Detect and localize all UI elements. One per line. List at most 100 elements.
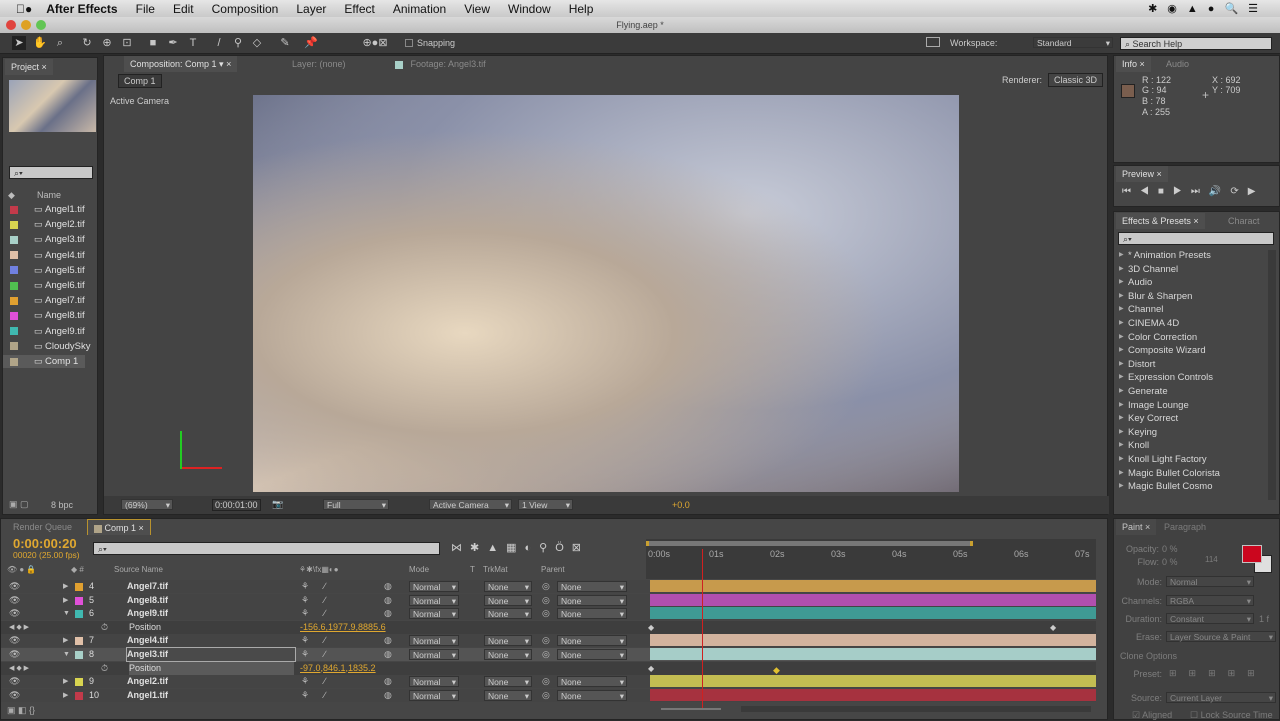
duration-frames[interactable]: 1 f: [1259, 614, 1269, 624]
blend-mode-select[interactable]: Normal: [409, 689, 459, 701]
tab-effects-presets[interactable]: Effects & Presets ×: [1116, 213, 1205, 229]
current-time-display[interactable]: 0:00:01:00: [212, 499, 261, 511]
eraser-tool-icon[interactable]: ◇: [250, 36, 264, 50]
parent-select[interactable]: None: [557, 676, 627, 688]
label-color[interactable]: [10, 281, 18, 290]
bpc-label[interactable]: 8 bpc: [51, 500, 73, 510]
3d-layer-switch[interactable]: ◍: [384, 634, 392, 647]
project-item[interactable]: ▭ Angel6.tif: [3, 279, 85, 292]
rectangle-tool-icon[interactable]: ■: [146, 36, 160, 50]
property-value[interactable]: -156.6,1977.9,8885.6: [300, 621, 386, 634]
effect-category[interactable]: Knoll Light Factory: [1116, 453, 1266, 467]
layer-name[interactable]: Angel3.tif: [126, 647, 296, 662]
tab-audio[interactable]: Audio: [1160, 56, 1195, 72]
effect-category[interactable]: Expression Controls: [1116, 371, 1266, 385]
effects-scrollbar[interactable]: [1268, 250, 1276, 500]
breadcrumb-comp1[interactable]: Comp 1: [118, 74, 162, 88]
quality-switch[interactable]: ∕: [324, 648, 326, 661]
label-color[interactable]: [10, 327, 18, 336]
twirl-arrow-icon[interactable]: ▼: [63, 648, 70, 661]
resolution-select[interactable]: Full: [323, 499, 389, 510]
layer-name[interactable]: Angel1.tif: [127, 689, 168, 702]
project-footer-icons[interactable]: ▣ ▢: [9, 499, 29, 510]
zoom-tool-icon[interactable]: ⌕: [53, 36, 67, 50]
parent-select[interactable]: None: [557, 635, 627, 647]
workspace-select[interactable]: Standard: [1033, 37, 1113, 48]
parent-pickwhip-icon[interactable]: ◎: [542, 594, 550, 607]
timeline-footer-icons[interactable]: ▣ ◧ {}: [7, 705, 35, 716]
visibility-eye-icon[interactable]: 👁: [9, 580, 20, 593]
project-item[interactable]: ▭ Comp 1: [3, 355, 85, 368]
parent-pickwhip-icon[interactable]: ◎: [542, 675, 550, 688]
effect-category[interactable]: Distort: [1116, 358, 1266, 372]
layer-duration-bar[interactable]: [650, 593, 1096, 606]
layer-name[interactable]: Angel8.tif: [127, 594, 168, 607]
visibility-eye-icon[interactable]: 👁: [9, 607, 20, 620]
parent-select[interactable]: None: [557, 689, 627, 701]
layer-duration-bar[interactable]: [650, 634, 1096, 647]
label-color[interactable]: [10, 205, 18, 214]
layer-label-color[interactable]: [75, 637, 83, 646]
close-window-button[interactable]: [6, 20, 16, 30]
keyframe-marker[interactable]: ◆: [648, 662, 654, 675]
layer-name[interactable]: Angel7.tif: [127, 580, 168, 593]
project-item[interactable]: ▭ Angel2.tif: [3, 218, 85, 231]
parent-pickwhip-icon[interactable]: ◎: [542, 607, 550, 620]
snapshot-icon[interactable]: 📷: [272, 499, 283, 510]
label-color[interactable]: [10, 357, 18, 366]
roto-brush-icon[interactable]: ✎: [278, 36, 292, 50]
effect-category[interactable]: Blur & Sharpen: [1116, 290, 1266, 304]
3d-layer-switch[interactable]: ◍: [384, 689, 392, 702]
3d-layer-switch[interactable]: ◍: [384, 648, 392, 661]
timeline-zoom-slider[interactable]: [661, 708, 721, 710]
minimize-window-button[interactable]: [21, 20, 31, 30]
parent-pickwhip-icon[interactable]: ◎: [542, 580, 550, 593]
label-color[interactable]: [10, 312, 18, 321]
keyframe-marker[interactable]: ◆: [648, 621, 654, 634]
menu-app[interactable]: After Effects: [46, 2, 117, 16]
clone-preset-buttons[interactable]: ⊞⊞⊞⊞⊞: [1169, 668, 1267, 679]
project-item[interactable]: ▭ Angel3.tif: [3, 233, 85, 246]
zoom-window-button[interactable]: [36, 20, 46, 30]
effect-category[interactable]: Image Lounge: [1116, 399, 1266, 413]
shy-switch[interactable]: ⚘: [301, 580, 309, 593]
menu-edit[interactable]: Edit: [173, 2, 194, 16]
aligned-checkbox[interactable]: ☑ Aligned: [1132, 710, 1172, 721]
project-item[interactable]: ▭ Angel4.tif: [3, 249, 85, 262]
layer-name[interactable]: Angel9.tif: [127, 607, 168, 620]
shy-switch[interactable]: ⚘: [301, 689, 309, 702]
project-item[interactable]: ▭ Angel7.tif: [3, 294, 85, 307]
brush-tool-icon[interactable]: /: [212, 36, 226, 50]
orbit-camera-icon[interactable]: ⊕: [100, 36, 114, 50]
effect-category[interactable]: Magic Bullet Cosmo: [1116, 480, 1266, 494]
trkmat-select[interactable]: None: [484, 594, 532, 606]
tab-paint[interactable]: Paint ×: [1116, 519, 1157, 535]
quality-switch[interactable]: ∕: [324, 675, 326, 688]
label-color[interactable]: [10, 266, 18, 275]
renderer-value[interactable]: Classic 3D: [1048, 73, 1104, 87]
stopwatch-icon[interactable]: ⏱: [101, 662, 108, 675]
blend-mode-select[interactable]: Normal: [409, 581, 459, 592]
effect-category[interactable]: Color Correction: [1116, 331, 1266, 345]
shy-switch[interactable]: ⚘: [301, 675, 309, 688]
project-search-input[interactable]: ⌕▾: [9, 166, 93, 179]
snapping-checkbox[interactable]: [405, 39, 413, 47]
keyframe-marker[interactable]: ◆: [1050, 621, 1056, 634]
menu-effect[interactable]: Effect: [344, 2, 374, 16]
layer-name[interactable]: Angel2.tif: [127, 675, 168, 688]
twirl-arrow-icon[interactable]: ▼: [63, 607, 70, 620]
quality-switch[interactable]: ∕: [324, 580, 326, 593]
tab-character[interactable]: Charact: [1222, 213, 1266, 229]
pen-tool-icon[interactable]: ✒: [166, 36, 180, 50]
camera-axis-gizmo[interactable]: [174, 431, 224, 481]
trkmat-select[interactable]: None: [484, 649, 532, 660]
work-area-bar[interactable]: [646, 541, 973, 546]
twirl-arrow-icon[interactable]: ▶: [63, 594, 68, 607]
parent-pickwhip-icon[interactable]: ◎: [542, 648, 550, 661]
3d-layer-switch[interactable]: ◍: [384, 594, 392, 607]
layer-label-color[interactable]: [75, 596, 83, 605]
effect-category[interactable]: Composite Wizard: [1116, 344, 1266, 358]
menu-view[interactable]: View: [464, 2, 490, 16]
keyframe-navigator[interactable]: ◀ ◆ ▶: [9, 621, 29, 634]
visibility-eye-icon[interactable]: 👁: [9, 594, 20, 607]
